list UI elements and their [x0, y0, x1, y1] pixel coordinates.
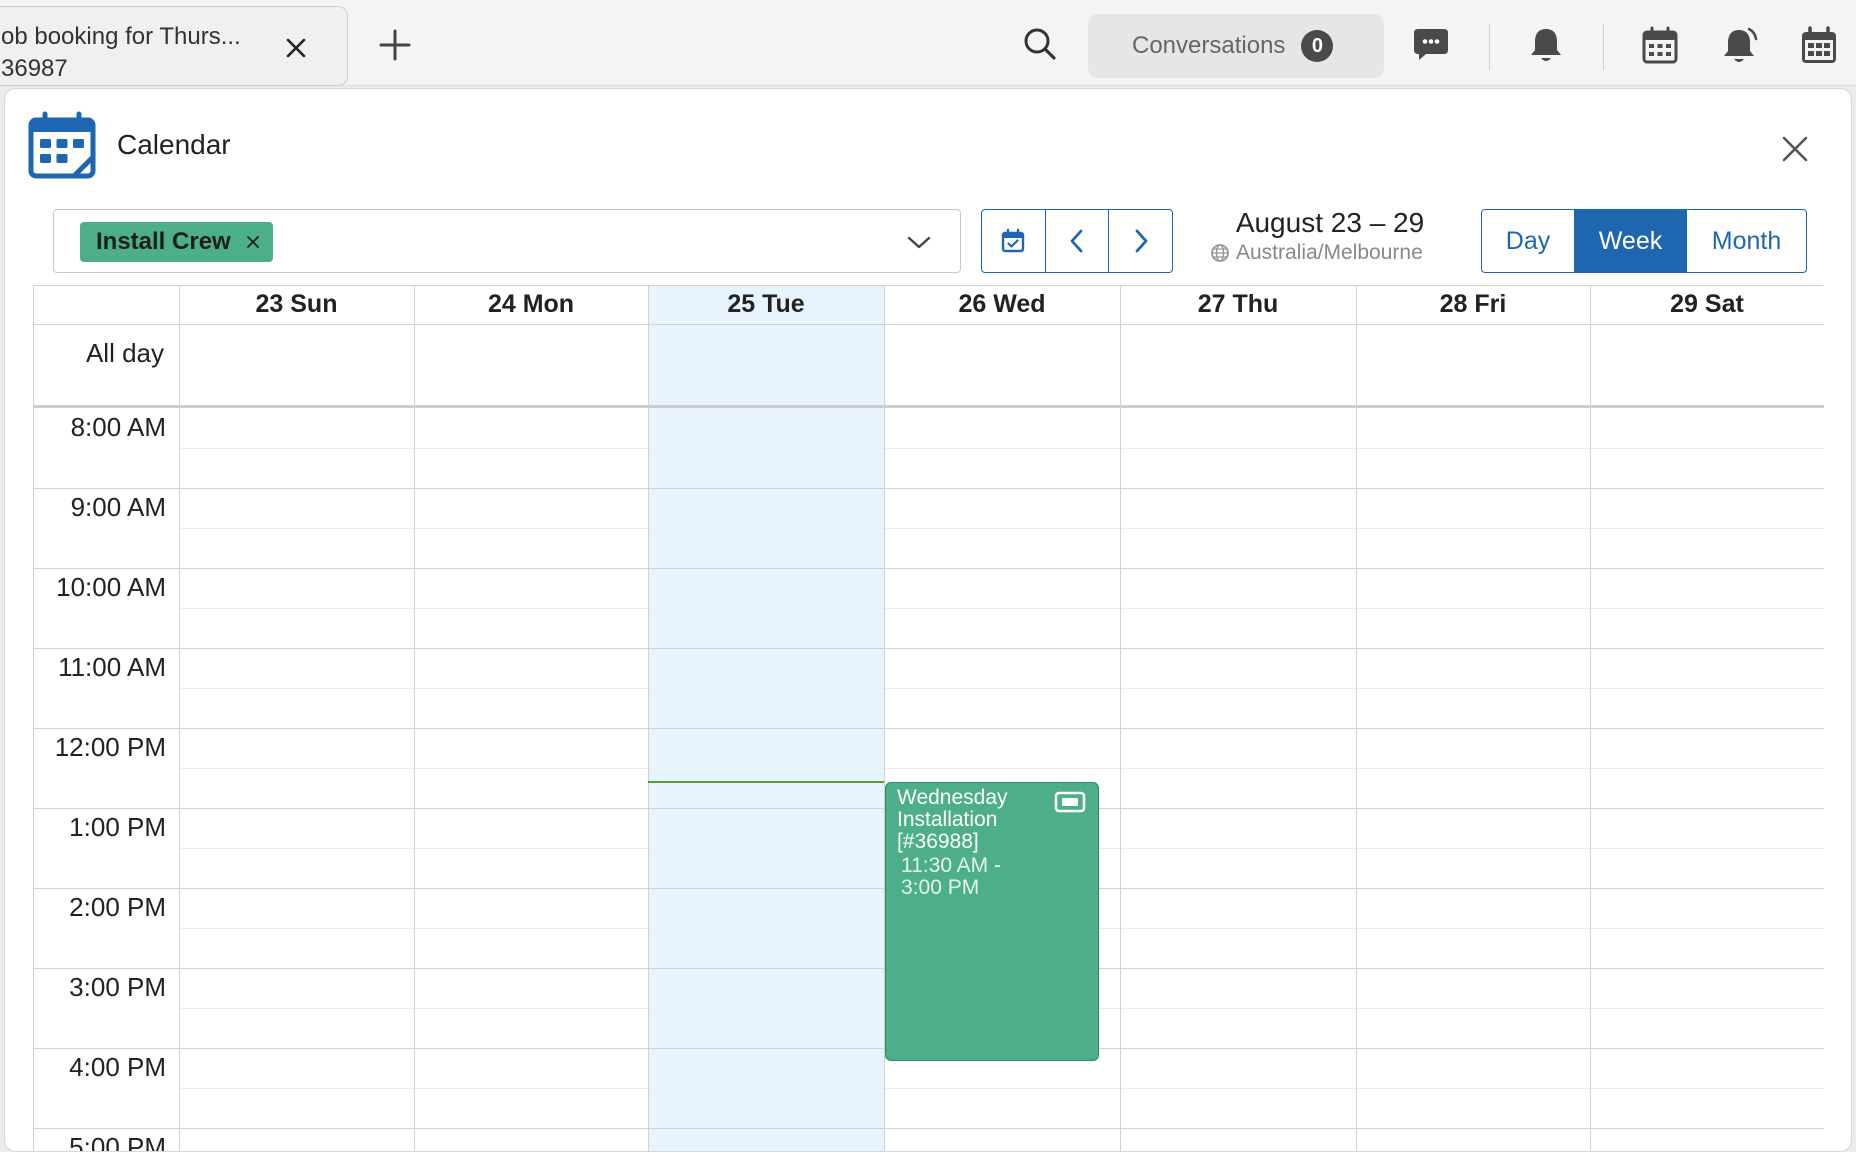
half-hour-line: [179, 448, 1824, 449]
event-time: 11:30 AM - 3:00 PM: [901, 854, 1001, 899]
hour-line: [34, 1128, 1824, 1129]
column-divider: [648, 286, 649, 1151]
filter-chip-install-crew: Install Crew: [80, 222, 273, 262]
column-divider: [179, 286, 180, 1151]
timezone-label: Australia/Melbourne: [1210, 241, 1423, 265]
hour-line: [34, 488, 1824, 489]
calendar-app-icon: [27, 111, 99, 186]
conversations-button[interactable]: Conversations 0: [1088, 14, 1384, 78]
hour-line: [34, 728, 1824, 729]
time-label: 1:00 PM: [69, 812, 166, 842]
day-header-6[interactable]: 29 Sat: [1590, 290, 1824, 326]
today-button[interactable]: [982, 210, 1045, 272]
column-divider: [414, 286, 415, 1151]
time-label: 4:00 PM: [69, 1052, 166, 1082]
resource-filter-select[interactable]: Install Crew: [53, 209, 961, 273]
half-hour-line: [179, 688, 1824, 689]
view-switcher: Day Week Month: [1481, 209, 1807, 273]
half-hour-line: [179, 528, 1824, 529]
current-time-indicator: [648, 781, 884, 783]
day-header-1[interactable]: 24 Mon: [414, 290, 648, 326]
bell-ring-icon[interactable]: [1722, 26, 1758, 66]
time-label: 3:00 PM: [69, 972, 166, 1002]
toolbar-divider: [1489, 24, 1490, 70]
day-header-0[interactable]: 23 Sun: [179, 290, 414, 326]
timezone-text: Australia/Melbourne: [1236, 241, 1423, 264]
bell-icon[interactable]: [1528, 26, 1564, 64]
calendar-panel: Calendar Install Crew August 23 – 29 Aus…: [4, 88, 1852, 1152]
time-label: 2:00 PM: [69, 892, 166, 922]
all-day-label: All day: [85, 338, 164, 368]
time-label: 10:00 AM: [56, 572, 166, 602]
tab-subtitle: 36987: [1, 55, 68, 82]
calendar-active-icon[interactable]: [1800, 26, 1838, 66]
half-hour-line: [179, 608, 1824, 609]
new-tab-icon[interactable]: [376, 26, 414, 64]
close-icon[interactable]: [1779, 133, 1811, 165]
tab-title: ob booking for Thurs...: [1, 23, 241, 50]
today-column-highlight: [648, 286, 884, 1151]
week-grid: 23 Sun 24 Mon 25 Tue 26 Wed 27 Thu 28 Fri 29 S…: [33, 285, 1824, 1152]
hour-line: [34, 648, 1824, 649]
toolbar-divider: [1603, 24, 1604, 70]
panel-title: Calendar: [117, 129, 231, 160]
conversations-label: Conversations: [1132, 32, 1286, 59]
search-icon[interactable]: [1022, 26, 1058, 62]
column-divider: [1590, 286, 1591, 1151]
chevron-right-icon: [1135, 229, 1148, 253]
day-header-2[interactable]: 25 Tue: [648, 290, 884, 326]
chat-bubble-icon[interactable]: [1412, 26, 1450, 62]
globe-icon: [1211, 244, 1229, 262]
chevron-left-icon: [1070, 229, 1083, 253]
view-day-button[interactable]: Day: [1482, 210, 1574, 272]
tab-close-icon[interactable]: [281, 33, 311, 63]
date-range-title: August 23 – 29: [1235, 207, 1425, 238]
event-title: Wednesday Installation [#36988]: [897, 786, 1008, 853]
half-hour-line: [179, 1088, 1824, 1089]
column-divider: [1356, 286, 1357, 1151]
view-month-button[interactable]: Month: [1686, 210, 1806, 272]
day-header-5[interactable]: 28 Fri: [1356, 290, 1590, 326]
calendar-check-icon: [1002, 228, 1025, 253]
time-label: 12:00 PM: [54, 732, 166, 762]
date-navigation: [981, 209, 1173, 273]
day-header-4[interactable]: 27 Thu: [1120, 290, 1356, 326]
all-day-divider: [34, 405, 1824, 408]
calendar-icon[interactable]: [1642, 26, 1678, 64]
hour-line: [34, 568, 1824, 569]
filter-chip-label: Install Crew: [96, 228, 231, 255]
conversations-count-badge: 0: [1301, 30, 1334, 62]
view-week-button[interactable]: Week: [1574, 210, 1686, 272]
remove-chip-icon[interactable]: [245, 234, 261, 250]
half-hour-line: [179, 768, 1824, 769]
time-label: 5:00 PM: [69, 1132, 166, 1152]
time-label: 9:00 AM: [70, 492, 166, 522]
time-label: 8:00 AM: [70, 412, 166, 442]
chevron-down-icon[interactable]: [906, 230, 932, 259]
ticket-icon: [1054, 791, 1086, 818]
browser-tab[interactable]: ob booking for Thurs... 36987: [0, 6, 348, 86]
top-bar: ob booking for Thurs... 36987 Conversati…: [0, 0, 1856, 86]
calendar-event[interactable]: Wednesday Installation [#36988] 11:30 AM…: [885, 782, 1099, 1061]
time-label: 11:00 AM: [58, 652, 166, 682]
column-divider: [1120, 286, 1121, 1151]
day-header-3[interactable]: 26 Wed: [884, 290, 1120, 326]
next-week-button[interactable]: [1108, 210, 1172, 272]
previous-week-button[interactable]: [1044, 210, 1109, 272]
